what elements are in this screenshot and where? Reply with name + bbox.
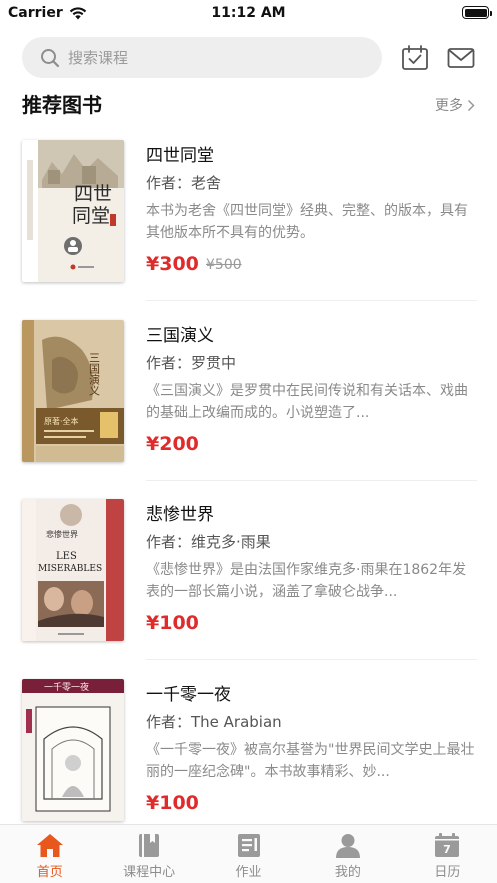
book-item[interactable]: 悲惨世界 LES MISERABLES 悲惨世界 作者：维克多·雨果 《悲惨世界… [22, 499, 477, 679]
tab-calendar[interactable]: 7 日历 [398, 825, 497, 883]
book-title: 四世同堂 [146, 146, 214, 166]
search-input[interactable]: 搜索课程 [22, 37, 382, 78]
cover-title-1: 四世 [74, 183, 112, 205]
book-price: ¥200 [146, 433, 199, 455]
cover-title: 三国演义 [88, 352, 101, 396]
book-author: 作者：维克多·雨果 [146, 533, 271, 551]
book-title: 悲惨世界 [146, 505, 214, 525]
tab-bar: 首页 课程中心 作业 我的 7 日历 [0, 824, 497, 883]
cover-title-2: 同堂 [72, 205, 110, 227]
more-label: 更多 [435, 98, 463, 114]
book-title: 三国演义 [146, 326, 214, 346]
chevron-right-icon [467, 99, 475, 111]
calendar-day: 7 [444, 843, 452, 856]
book-author: 作者：The Arabian [146, 713, 282, 731]
book-cover: 三国演义 原著·全本 [22, 320, 124, 462]
section-title: 推荐图书 [22, 93, 102, 117]
book-item[interactable]: 四世 同堂 四世同堂 作者：老舍 本书为老舍《四世同堂》经典、完整、的版本，具有… [22, 140, 477, 320]
tab-label: 课程中心 [123, 865, 176, 880]
book-description: 《三国演义》是罗贯中在民间传说和有关话本、戏曲的基础上改编而成的。小说塑造了..… [146, 383, 468, 421]
cover-title: 一千零一夜 [44, 681, 89, 693]
book-icon [139, 834, 160, 857]
tab-label: 我的 [334, 865, 361, 880]
book-price: ¥100 [146, 612, 199, 634]
home-icon [36, 834, 63, 857]
calendar-check-icon[interactable] [399, 42, 431, 74]
homework-icon [237, 834, 260, 857]
book-price: ¥100 [146, 792, 199, 814]
cover-title-fr-1: LES [56, 551, 77, 562]
tab-homework[interactable]: 作业 [199, 825, 298, 883]
tab-label: 日历 [434, 865, 461, 880]
book-description: 《悲惨世界》是由法国作家维克多·雨果在1862年发表的一部长篇小说，涵盖了拿破仑… [146, 562, 467, 600]
divider [146, 300, 477, 301]
book-title: 一千零一夜 [146, 685, 231, 705]
cover-title-cn: 悲惨世界 [46, 529, 78, 539]
book-description: 本书为老舍《四世同堂》经典、完整、的版本，具有其他版本所不具有的优势。 [146, 203, 468, 241]
more-link[interactable]: 更多 [435, 95, 475, 115]
book-item[interactable]: 三国演义 原著·全本 三国演义 作者：罗贯中 《三国演义》是罗贯中在民间传说和有… [22, 320, 477, 500]
cover-subtitle: 原著·全本 [44, 416, 79, 426]
search-placeholder: 搜索课程 [68, 49, 129, 67]
book-description: 《一千零一夜》被高尔基誉为"世界民间文学史上最壮丽的一座纪念碑"。本书故事精彩、… [146, 742, 475, 780]
clock: 11:12 AM [211, 5, 286, 21]
divider [146, 480, 477, 481]
cover-title-fr-2: MISERABLES [38, 564, 102, 574]
calendar-icon: 7 [435, 833, 460, 857]
book-cover: 四世 同堂 [22, 140, 124, 282]
tab-home[interactable]: 首页 [0, 825, 99, 883]
search-icon [41, 48, 60, 67]
divider [146, 659, 477, 660]
tab-courses[interactable]: 课程中心 [99, 825, 198, 883]
book-cover: 一千零一夜 [22, 679, 124, 821]
book-author: 作者：罗贯中 [146, 354, 237, 372]
tab-profile[interactable]: 我的 [298, 825, 397, 883]
status-bar: Carrier 11:12 AM [0, 0, 497, 26]
tab-label: 作业 [235, 865, 262, 880]
book-author: 作者：老舍 [146, 174, 222, 192]
battery-icon [462, 6, 492, 19]
book-price: ¥300 [146, 253, 199, 275]
tab-label: 首页 [36, 865, 63, 880]
book-cover: 悲惨世界 LES MISERABLES [22, 499, 124, 641]
book-old-price: ¥500 [206, 257, 242, 273]
profile-icon [335, 834, 360, 858]
mail-icon[interactable] [445, 42, 477, 74]
